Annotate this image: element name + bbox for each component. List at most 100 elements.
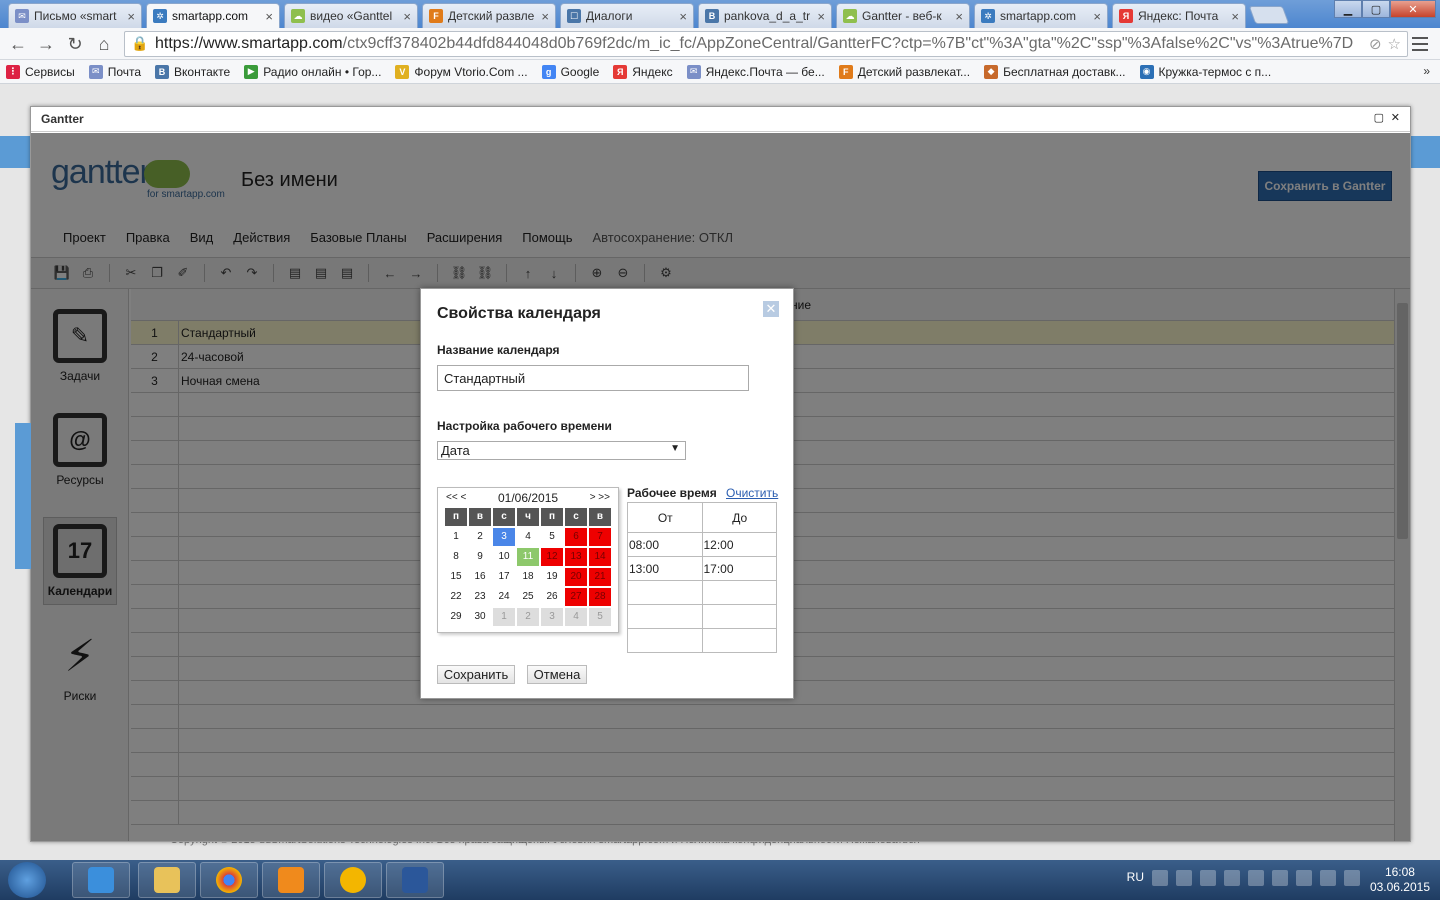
back-icon[interactable]: ← bbox=[6, 32, 30, 56]
tray-icon[interactable] bbox=[1248, 870, 1264, 886]
close-window-button[interactable]: ✕ bbox=[1390, 0, 1436, 18]
time-from-cell[interactable] bbox=[627, 628, 703, 653]
tab-close-icon[interactable]: × bbox=[127, 9, 135, 24]
forward-icon[interactable]: → bbox=[34, 32, 58, 56]
time-from-cell[interactable] bbox=[627, 580, 703, 605]
time-from-cell[interactable]: 08:00 bbox=[627, 532, 703, 557]
time-to-cell[interactable] bbox=[701, 628, 777, 653]
tab-close-icon[interactable]: × bbox=[541, 9, 549, 24]
language-indicator[interactable]: RU bbox=[1127, 870, 1144, 886]
calendar-day[interactable]: 3 bbox=[493, 528, 515, 546]
browser-tab[interactable]: ☐ Диалоги × bbox=[560, 3, 694, 28]
maximize-button[interactable]: ▢ bbox=[1362, 0, 1390, 18]
tray-icon[interactable] bbox=[1272, 870, 1288, 886]
bookmark-item[interactable]: В Вконтакте bbox=[155, 64, 230, 79]
calendar-day[interactable]: 5 bbox=[589, 608, 611, 626]
tray-icon[interactable] bbox=[1200, 870, 1216, 886]
time-to-cell[interactable]: 17:00 bbox=[701, 556, 777, 581]
blocked-icon[interactable]: ⊘ bbox=[1369, 35, 1382, 53]
window-close-icon[interactable]: ✕ bbox=[1391, 111, 1400, 124]
calendar-day[interactable]: 25 bbox=[517, 588, 539, 606]
calendar-day[interactable]: 21 bbox=[589, 568, 611, 586]
calendar-day[interactable]: 23 bbox=[469, 588, 491, 606]
start-button[interactable] bbox=[8, 862, 46, 898]
tray-icon[interactable] bbox=[1152, 870, 1168, 886]
calendar-day[interactable]: 24 bbox=[493, 588, 515, 606]
calendar-day[interactable]: 12 bbox=[541, 548, 563, 566]
volume-icon[interactable] bbox=[1320, 870, 1336, 886]
bookmark-item[interactable]: ✉ Почта bbox=[88, 64, 141, 79]
time-to-cell[interactable] bbox=[701, 580, 777, 605]
bookmark-item[interactable]: ▶ Радио онлайн • Гор... bbox=[244, 64, 381, 79]
bookmarks-overflow-button[interactable]: » bbox=[1423, 64, 1430, 78]
browser-menu-icon[interactable] bbox=[1410, 34, 1430, 54]
calendar-day[interactable]: 19 bbox=[541, 568, 563, 586]
prev-month-button[interactable]: << < bbox=[446, 492, 466, 503]
calendar-day[interactable]: 29 bbox=[445, 608, 467, 626]
bookmark-item[interactable]: ◆ Бесплатная доставк... bbox=[984, 64, 1126, 79]
tab-close-icon[interactable]: × bbox=[955, 9, 963, 24]
calendar-day[interactable]: 4 bbox=[517, 528, 539, 546]
taskbar-media-player[interactable] bbox=[72, 862, 130, 898]
calendar-day[interactable]: 9 bbox=[469, 548, 491, 566]
browser-tab[interactable]: ✲ smartapp.com × bbox=[974, 3, 1108, 28]
tab-close-icon[interactable]: × bbox=[265, 9, 273, 24]
calendar-name-input[interactable] bbox=[437, 365, 749, 391]
browser-tab[interactable]: Я Яндекс: Почта × bbox=[1112, 3, 1246, 28]
calendar-day[interactable]: 1 bbox=[493, 608, 515, 626]
star-icon[interactable]: ☆ bbox=[1388, 35, 1401, 53]
browser-tab[interactable]: ☁ Gantter - веб-к × bbox=[836, 3, 970, 28]
calendar-day[interactable]: 15 bbox=[445, 568, 467, 586]
bookmark-item[interactable]: g Google bbox=[541, 64, 599, 79]
time-from-cell[interactable]: 13:00 bbox=[627, 556, 703, 581]
browser-tab[interactable]: ✉ Письмо «smart × bbox=[8, 3, 142, 28]
calendar-day[interactable]: 8 bbox=[445, 548, 467, 566]
calendar-day[interactable]: 18 bbox=[517, 568, 539, 586]
home-icon[interactable]: ⌂ bbox=[92, 32, 116, 56]
calendar-day[interactable]: 17 bbox=[493, 568, 515, 586]
clock[interactable]: 16:08 03.06.2015 bbox=[1370, 865, 1430, 895]
save-button[interactable]: Сохранить bbox=[437, 665, 515, 684]
calendar-day[interactable]: 20 bbox=[565, 568, 587, 586]
next-month-button[interactable]: > >> bbox=[590, 492, 610, 503]
time-to-cell[interactable] bbox=[701, 604, 777, 629]
work-time-mode-select[interactable]: Дата ▼ bbox=[437, 441, 686, 460]
bookmark-item[interactable]: ⋮ Сервисы bbox=[6, 64, 75, 79]
calendar-day[interactable]: 13 bbox=[565, 548, 587, 566]
calendar-day[interactable]: 22 bbox=[445, 588, 467, 606]
taskbar-aimp[interactable] bbox=[324, 862, 382, 898]
new-tab-button[interactable] bbox=[1248, 6, 1290, 24]
feedback-side-tab[interactable] bbox=[15, 423, 31, 569]
browser-tab[interactable]: ☁ видео «Ganttel × bbox=[284, 3, 418, 28]
bookmark-item[interactable]: Я Яндекс bbox=[613, 64, 673, 79]
calendar-day[interactable]: 1 bbox=[445, 528, 467, 546]
calendar-day[interactable]: 14 bbox=[589, 548, 611, 566]
tray-icon[interactable] bbox=[1224, 870, 1240, 886]
close-icon[interactable]: ✕ bbox=[763, 301, 779, 317]
tray-icon[interactable] bbox=[1296, 870, 1312, 886]
taskbar-explorer[interactable] bbox=[138, 862, 196, 898]
taskbar-chrome[interactable] bbox=[200, 862, 258, 898]
calendar-day[interactable]: 2 bbox=[469, 528, 491, 546]
calendar-day[interactable]: 2 bbox=[517, 608, 539, 626]
calendar-day[interactable]: 7 bbox=[589, 528, 611, 546]
bookmark-item[interactable]: V Форум Vtorio.Com ... bbox=[395, 64, 528, 79]
time-from-cell[interactable] bbox=[627, 604, 703, 629]
browser-tab[interactable]: Вpankova_d_a_tr × bbox=[698, 3, 832, 28]
clear-link[interactable]: Очистить bbox=[726, 486, 778, 500]
bookmark-item[interactable]: ✉ Яндекс.Почта — бе... bbox=[686, 64, 825, 79]
window-maximize-icon[interactable]: ▢ bbox=[1374, 111, 1384, 124]
bookmark-item[interactable]: F Детский развлекат... bbox=[838, 64, 970, 79]
calendar-day[interactable]: 4 bbox=[565, 608, 587, 626]
tray-icon[interactable] bbox=[1176, 870, 1192, 886]
tab-close-icon[interactable]: × bbox=[403, 9, 411, 24]
calendar-day[interactable]: 26 bbox=[541, 588, 563, 606]
calendar-day[interactable]: 5 bbox=[541, 528, 563, 546]
calendar-day[interactable]: 27 bbox=[565, 588, 587, 606]
network-icon[interactable] bbox=[1344, 870, 1360, 886]
tab-close-icon[interactable]: × bbox=[1231, 9, 1239, 24]
taskbar-word[interactable] bbox=[386, 862, 444, 898]
reload-icon[interactable]: ↻ bbox=[63, 32, 87, 56]
tab-close-icon[interactable]: × bbox=[817, 9, 825, 24]
calendar-day[interactable]: 16 bbox=[469, 568, 491, 586]
